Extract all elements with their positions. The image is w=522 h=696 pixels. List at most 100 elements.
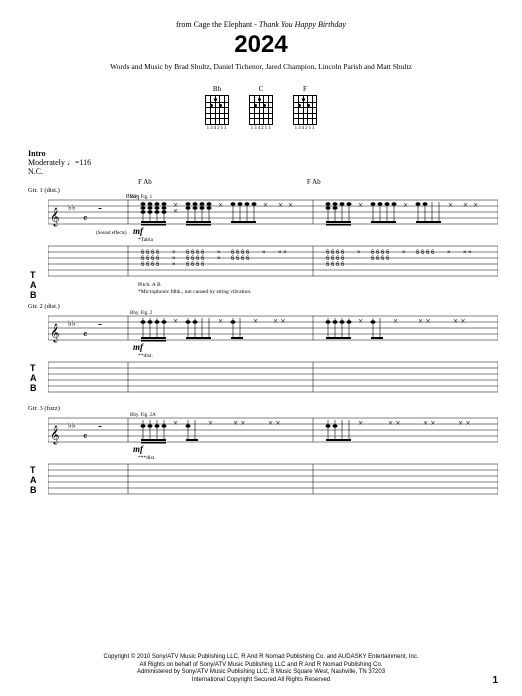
chord-symbols: F Ab F Ab (138, 178, 494, 186)
chord-name: C (259, 85, 264, 93)
sheet-music-page: from Cage the Elephant - Thank You Happy… (0, 0, 522, 521)
tab-staff (48, 461, 498, 499)
svg-text:×: × (218, 316, 223, 326)
svg-text:Rhy. Fig. 2A: Rhy. Fig. 2A (130, 413, 156, 418)
svg-text:× ×: × × (278, 250, 287, 256)
part-label: Gtr. 2 (dist.) (28, 303, 494, 310)
svg-text:6 6 6 6: 6 6 6 6 (186, 262, 205, 268)
music-system: Gtr. 3 (fuzz) 𝄞 ♭♭ 𝄴 𝄻 Rhy. Fig. 2A × × × × ×… (28, 405, 494, 499)
music-system: Gtr. 2 (dist.) 𝄞 ♭♭ 𝄴 𝄻 Rhy. Fig. 2 × × × × ×… (28, 303, 494, 397)
notation-staff: 𝄞 ♭♭ 𝄴 𝄻 (Sound effects) 8va┐ Rhy. Fig. … (48, 194, 498, 236)
svg-text:×: × (403, 200, 408, 210)
no-chord: N.C. (28, 167, 494, 176)
chord-diagram: F 134211 (293, 85, 317, 131)
fingering: 134211 (207, 126, 228, 131)
svg-text:× ×: × × (233, 418, 245, 428)
svg-text:𝄻: 𝄻 (98, 206, 102, 217)
svg-text:×: × (288, 200, 293, 210)
svg-text:×: × (463, 200, 468, 210)
svg-text:×: × (448, 200, 453, 210)
tab-staff (48, 359, 498, 397)
dynamic: mf (133, 342, 144, 352)
svg-text:×: × (358, 200, 363, 210)
svg-text:×: × (263, 200, 268, 210)
svg-text:6 6 6 6: 6 6 6 6 (141, 262, 160, 268)
page-number: 1 (492, 675, 498, 686)
svg-text:×: × (253, 316, 258, 326)
tab-staff: 6 6 6 6 6 6 6 6 6 6 6 6 × × × 6 6 6 6 6 6 6 6… (48, 243, 498, 281)
header: from Cage the Elephant - Thank You Happy… (28, 20, 494, 71)
svg-text:𝄴: 𝄴 (83, 330, 87, 341)
part-label: Gtr. 1 (dist.) (28, 187, 494, 194)
svg-text:♭♭: ♭♭ (68, 203, 76, 212)
chord-grid (293, 95, 317, 125)
svg-text:×: × (402, 250, 406, 256)
copyright-line: Copyright © 2010 Sony/ATV Music Publishi… (0, 654, 522, 662)
svg-text:×: × (278, 200, 283, 210)
notation-staff: 𝄞♭♭𝄴 𝄻 Rhy. Fig. 2A ××× ×× × ×× ×× ×× × … (48, 412, 498, 454)
svg-text:𝄻: 𝄻 (98, 322, 102, 333)
svg-text:Rhy. Fig. 1: Rhy. Fig. 1 (130, 195, 153, 200)
svg-text:×: × (173, 418, 178, 428)
svg-text:×: × (173, 206, 178, 216)
source-line: from Cage the Elephant - Thank You Happy… (28, 20, 494, 29)
svg-text:×: × (218, 200, 223, 210)
tab-label: TAB (30, 465, 37, 495)
svg-text:6 6 6 6: 6 6 6 6 (231, 256, 250, 262)
tab-label: TAB (30, 270, 37, 300)
svg-text:×: × (358, 316, 363, 326)
footnote-pitch: Pitch: A B (138, 282, 494, 288)
svg-text:𝄞: 𝄞 (50, 324, 59, 343)
footnote-microphonic: *Microphonic fdbk., not caused by string… (138, 289, 494, 295)
svg-text:×: × (173, 316, 178, 326)
copyright-line: All Rights on behalf of Sony/ATV Music P… (0, 662, 522, 670)
svg-text:6 6 6 6: 6 6 6 6 (371, 256, 390, 262)
svg-text:𝄻: 𝄻 (98, 424, 102, 435)
svg-text:× ×: × × (418, 316, 430, 326)
svg-text:× ×: × × (463, 250, 472, 256)
svg-text:× ×: × × (423, 418, 435, 428)
chord-diagram: C 134211 (249, 85, 273, 131)
svg-text:× ×: × × (273, 316, 285, 326)
svg-text:♭♭: ♭♭ (68, 319, 76, 328)
svg-text:𝄴: 𝄴 (83, 432, 87, 443)
svg-text:×: × (393, 316, 398, 326)
svg-text:×: × (473, 200, 478, 210)
tempo-marking: Moderately ♩=116 (28, 158, 494, 167)
chord-diagrams: Bb 134211 C 134211 F 134211 (28, 85, 494, 131)
fingering: 134211 (295, 126, 316, 131)
svg-text:6 6 6 6: 6 6 6 6 (416, 250, 435, 256)
chord-grid (249, 95, 273, 125)
svg-text:×: × (208, 418, 213, 428)
svg-text:× ×: × × (458, 418, 470, 428)
svg-text:♭♭: ♭♭ (68, 421, 76, 430)
credits: Words and Music by Brad Shultz, Daniel T… (28, 62, 494, 71)
from-prefix: from Cage the Elephant - (176, 20, 259, 29)
svg-text:× ×: × × (268, 418, 280, 428)
svg-text:Rhy. Fig. 2: Rhy. Fig. 2 (130, 311, 153, 316)
copyright-line: International Copyright Secured All Righ… (0, 677, 522, 685)
copyright-line: Administered by Sony/ATV Music Publishin… (0, 669, 522, 677)
svg-text:𝄞: 𝄞 (50, 426, 59, 445)
svg-text:×: × (262, 250, 266, 256)
svg-text:× ×: × × (388, 418, 400, 428)
svg-text:×: × (172, 262, 176, 268)
dynamic: mf (133, 444, 144, 454)
fingering: 134211 (251, 126, 272, 131)
chord-name: F (303, 85, 307, 93)
tab-label: TAB (30, 363, 37, 393)
svg-text:𝄴: 𝄴 (83, 214, 87, 225)
chord-mark: F Ab (138, 178, 152, 186)
music-system: F Ab F Ab Gtr. 1 (dist.) 𝄞 ♭♭ 𝄴 𝄻 (Sound… (28, 178, 494, 295)
svg-text:×: × (358, 418, 363, 428)
svg-text:𝄞: 𝄞 (50, 208, 59, 227)
part-label: Gtr. 3 (fuzz) (28, 405, 494, 412)
album-title: Thank You Happy Birthday (259, 20, 346, 29)
chord-diagram: Bb 134211 (205, 85, 229, 131)
section-label: Intro Moderately ♩=116 N.C. (28, 149, 494, 176)
svg-text:6 6 6 6: 6 6 6 6 (326, 262, 345, 268)
svg-text:×: × (447, 250, 451, 256)
song-title: 2024 (28, 31, 494, 59)
chord-name: Bb (213, 85, 221, 93)
notation-staff: 𝄞♭♭𝄴 𝄻 Rhy. Fig. 2 ×××× × ××× ×× × mf (48, 310, 498, 352)
